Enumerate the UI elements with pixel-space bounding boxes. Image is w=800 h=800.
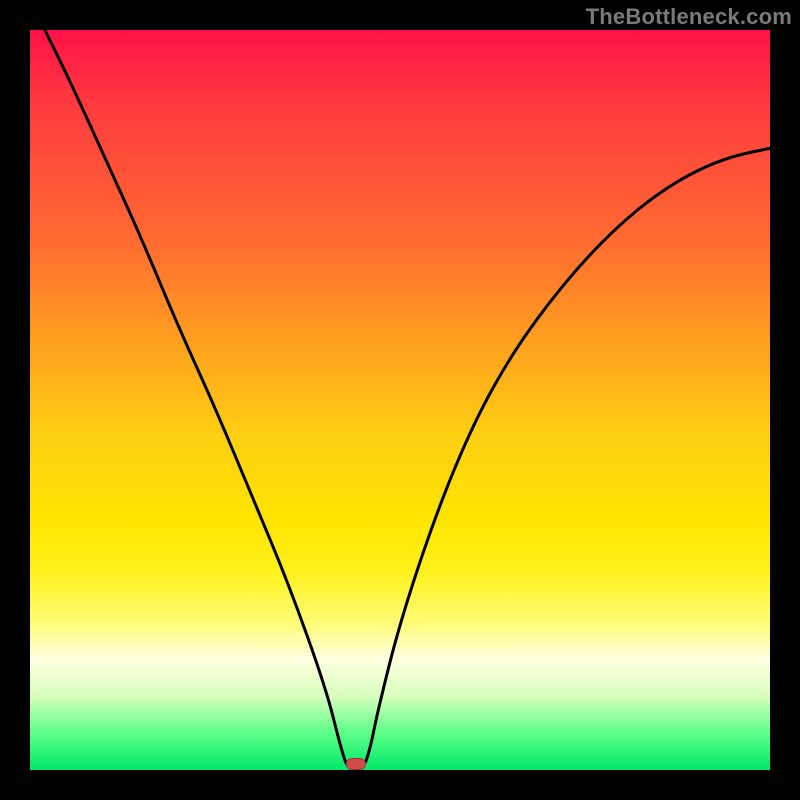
plot-area	[30, 30, 770, 770]
stage: TheBottleneck.com	[0, 0, 800, 800]
optimum-marker	[346, 758, 366, 770]
watermark-text: TheBottleneck.com	[586, 4, 792, 30]
gradient-background	[30, 30, 770, 770]
